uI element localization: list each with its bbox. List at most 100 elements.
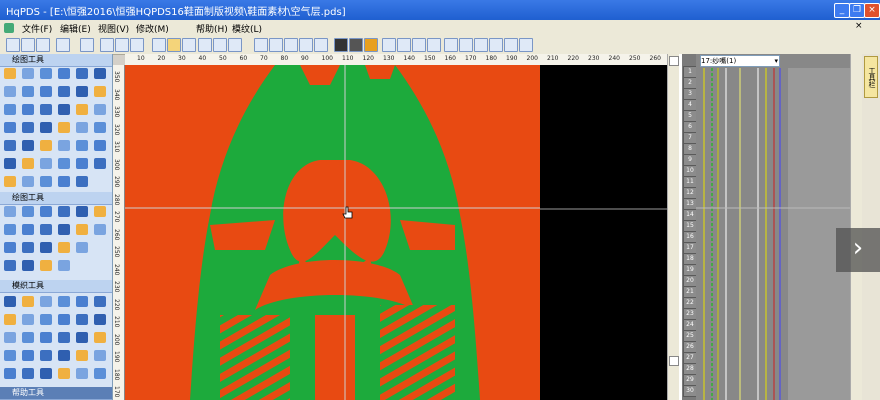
tool-button-icon[interactable] [76, 314, 88, 325]
tool-button-icon[interactable] [94, 68, 106, 79]
tool-button-icon[interactable] [22, 224, 34, 235]
tool-button-icon[interactable] [4, 350, 16, 361]
minimize-button[interactable]: _ [834, 3, 850, 18]
tool-button-icon[interactable] [76, 242, 88, 253]
brush-icon[interactable] [382, 38, 396, 52]
tool-button-icon[interactable] [22, 314, 34, 325]
tool-button-icon[interactable] [40, 224, 52, 235]
tool-button-icon[interactable] [40, 368, 52, 379]
tool-button-icon[interactable] [76, 176, 88, 187]
tool-button-icon[interactable] [40, 332, 52, 343]
color-swatch-2-icon[interactable] [349, 38, 363, 52]
menu-edit[interactable]: 编辑(E) [60, 22, 91, 35]
chevron-down-icon[interactable]: ▾ [774, 56, 778, 66]
tool-button-icon[interactable] [40, 242, 52, 253]
tool-button-icon[interactable] [58, 104, 70, 115]
tool-button-icon[interactable] [40, 314, 52, 325]
tool-button-icon[interactable] [22, 122, 34, 133]
tool-button-icon[interactable] [40, 104, 52, 115]
menu-file[interactable]: 文件(F) [22, 22, 52, 35]
tool-button-icon[interactable] [58, 122, 70, 133]
tool-button-icon[interactable] [40, 260, 52, 271]
tool-button-icon[interactable] [4, 176, 16, 187]
tool-button-icon[interactable] [22, 206, 34, 217]
tool-button-icon[interactable] [40, 158, 52, 169]
select-icon[interactable] [213, 38, 227, 52]
flip-icon[interactable] [269, 38, 283, 52]
tool-button-icon[interactable] [94, 86, 106, 97]
move-icon[interactable] [198, 38, 212, 52]
mdi-close-icon[interactable]: × [855, 21, 863, 31]
tool-button-icon[interactable] [22, 104, 34, 115]
tool-button-icon[interactable] [4, 104, 16, 115]
tool-button-icon[interactable] [4, 224, 16, 235]
distribute-icon[interactable] [504, 38, 518, 52]
tool-button-icon[interactable] [58, 158, 70, 169]
tool-button-icon[interactable] [22, 332, 34, 343]
align-left-icon[interactable] [474, 38, 488, 52]
palette-icon[interactable] [364, 38, 378, 52]
tool-button-icon[interactable] [76, 350, 88, 361]
tool-button-icon[interactable] [58, 350, 70, 361]
tool-button-icon[interactable] [58, 296, 70, 307]
tool-button-icon[interactable] [76, 68, 88, 79]
tool-button-icon[interactable] [40, 176, 52, 187]
menu-view[interactable]: 视图(V) [98, 22, 129, 35]
tool-button-icon[interactable] [4, 86, 16, 97]
canvas-scrollbar[interactable] [667, 54, 679, 400]
globe-icon[interactable] [427, 38, 441, 52]
tool-button-icon[interactable] [22, 242, 34, 253]
tool-button-icon[interactable] [4, 206, 16, 217]
tool-button-icon[interactable] [76, 158, 88, 169]
tool-button-icon[interactable] [40, 68, 52, 79]
side-tab[interactable]: 工具栏 [864, 56, 878, 98]
cut-icon[interactable] [100, 38, 114, 52]
redo-icon[interactable] [80, 38, 94, 52]
tool-button-icon[interactable] [58, 86, 70, 97]
shape-icon[interactable] [314, 38, 328, 52]
tool-button-icon[interactable] [58, 206, 70, 217]
tool-button-icon[interactable] [76, 368, 88, 379]
tool-button-icon[interactable] [22, 350, 34, 361]
align-bottom-icon[interactable] [459, 38, 473, 52]
tool-button-icon[interactable] [94, 350, 106, 361]
eraser-icon[interactable] [412, 38, 426, 52]
tool-button-icon[interactable] [58, 176, 70, 187]
tool-button-icon[interactable] [94, 224, 106, 235]
tool-button-icon[interactable] [94, 122, 106, 133]
copy-icon[interactable] [115, 38, 129, 52]
tool-button-icon[interactable] [58, 224, 70, 235]
tool-button-icon[interactable] [4, 140, 16, 151]
align-right-icon[interactable] [489, 38, 503, 52]
tool-button-icon[interactable] [94, 314, 106, 325]
tool-button-icon[interactable] [76, 296, 88, 307]
menu-help[interactable]: 帮助(H) [196, 22, 228, 35]
grid-icon[interactable] [152, 38, 166, 52]
tool-button-icon[interactable] [40, 296, 52, 307]
tool-button-icon[interactable] [58, 242, 70, 253]
tool-button-icon[interactable] [40, 140, 52, 151]
tool-button-icon[interactable] [40, 122, 52, 133]
tool-button-icon[interactable] [22, 158, 34, 169]
menu-pattern[interactable]: 模纹(L) [232, 22, 262, 35]
cursor-tool-icon[interactable] [167, 38, 181, 52]
tool-button-icon[interactable] [4, 314, 16, 325]
next-arrow-button[interactable]: › [836, 228, 880, 272]
tool-button-icon[interactable] [4, 242, 16, 253]
save-icon[interactable] [36, 38, 50, 52]
tool-button-icon[interactable] [94, 368, 106, 379]
tool-button-icon[interactable] [76, 104, 88, 115]
tool-button-icon[interactable] [22, 86, 34, 97]
tool-button-icon[interactable] [76, 86, 88, 97]
tool-button-icon[interactable] [94, 104, 106, 115]
tool-button-icon[interactable] [94, 296, 106, 307]
tool-button-icon[interactable] [22, 368, 34, 379]
tool-button-icon[interactable] [22, 176, 34, 187]
scroll-down-icon[interactable] [669, 356, 679, 366]
tool-button-icon[interactable] [58, 332, 70, 343]
tool-button-icon[interactable] [22, 296, 34, 307]
drawing-canvas[interactable] [125, 65, 540, 400]
tool-button-icon[interactable] [94, 206, 106, 217]
tool-button-icon[interactable] [4, 368, 16, 379]
tool-button-icon[interactable] [4, 68, 16, 79]
